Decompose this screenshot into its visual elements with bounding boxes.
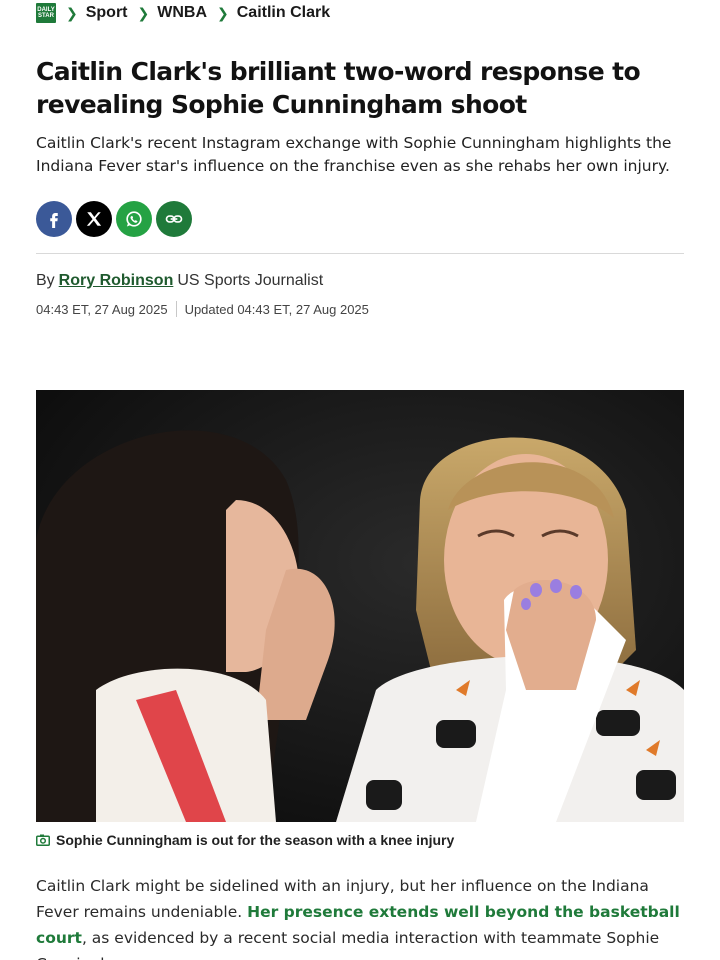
breadcrumb-item-caitlin-clark[interactable]: Caitlin Clark xyxy=(237,4,330,22)
byline-prefix: By xyxy=(36,272,55,289)
daily-star-logo[interactable]: DAILY STAR xyxy=(36,3,56,23)
camera-icon xyxy=(36,834,50,846)
facebook-icon xyxy=(50,213,58,228)
breadcrumb-item-wnba[interactable]: WNBA xyxy=(157,4,207,22)
share-whatsapp-button[interactable] xyxy=(116,201,152,237)
byline: By Rory Robinson US Sports Journalist xyxy=(36,272,323,290)
share-bar xyxy=(36,201,192,237)
body-text-end: , as evidenced by a recent social media … xyxy=(36,929,660,960)
date-separator xyxy=(175,301,177,317)
article-standfirst: Caitlin Clark's recent Instagram exchang… xyxy=(36,134,672,175)
chevron-right-icon: ❯ xyxy=(66,4,78,21)
article-body-paragraph: Caitlin Clark might be sidelined with an… xyxy=(36,873,684,960)
author-role: US Sports Journalist xyxy=(177,272,324,289)
copy-link-button[interactable] xyxy=(156,201,192,237)
divider xyxy=(36,253,684,254)
image-caption: Sophie Cunningham is out for the season … xyxy=(36,832,454,848)
x-icon xyxy=(86,212,102,226)
author-link[interactable]: Rory Robinson xyxy=(59,272,174,290)
updated-date: Updated 04:43 ET, 27 Aug 2025 xyxy=(184,301,369,317)
caption-text: Sophie Cunningham is out for the season … xyxy=(56,832,455,848)
breadcrumb-item-sport[interactable]: Sport xyxy=(86,4,128,22)
article-dates: 04:43 ET, 27 Aug 2025 Updated 04:43 ET, … xyxy=(36,301,369,317)
breadcrumb: DAILY STAR ❯ Sport ❯ WNBA ❯ Caitlin Clar… xyxy=(36,2,330,24)
chevron-right-icon: ❯ xyxy=(137,4,150,21)
published-date: 04:43 ET, 27 Aug 2025 xyxy=(36,301,168,317)
share-x-button[interactable] xyxy=(76,201,112,237)
hero-image[interactable] xyxy=(36,390,684,822)
chevron-right-icon: ❯ xyxy=(217,4,229,21)
link-icon xyxy=(165,215,183,223)
hero-illustration xyxy=(36,390,684,822)
article-title: Caitlin Clark's brilliant two-word respo… xyxy=(36,57,641,119)
share-facebook-button[interactable] xyxy=(36,201,72,237)
whatsapp-icon xyxy=(126,211,142,227)
